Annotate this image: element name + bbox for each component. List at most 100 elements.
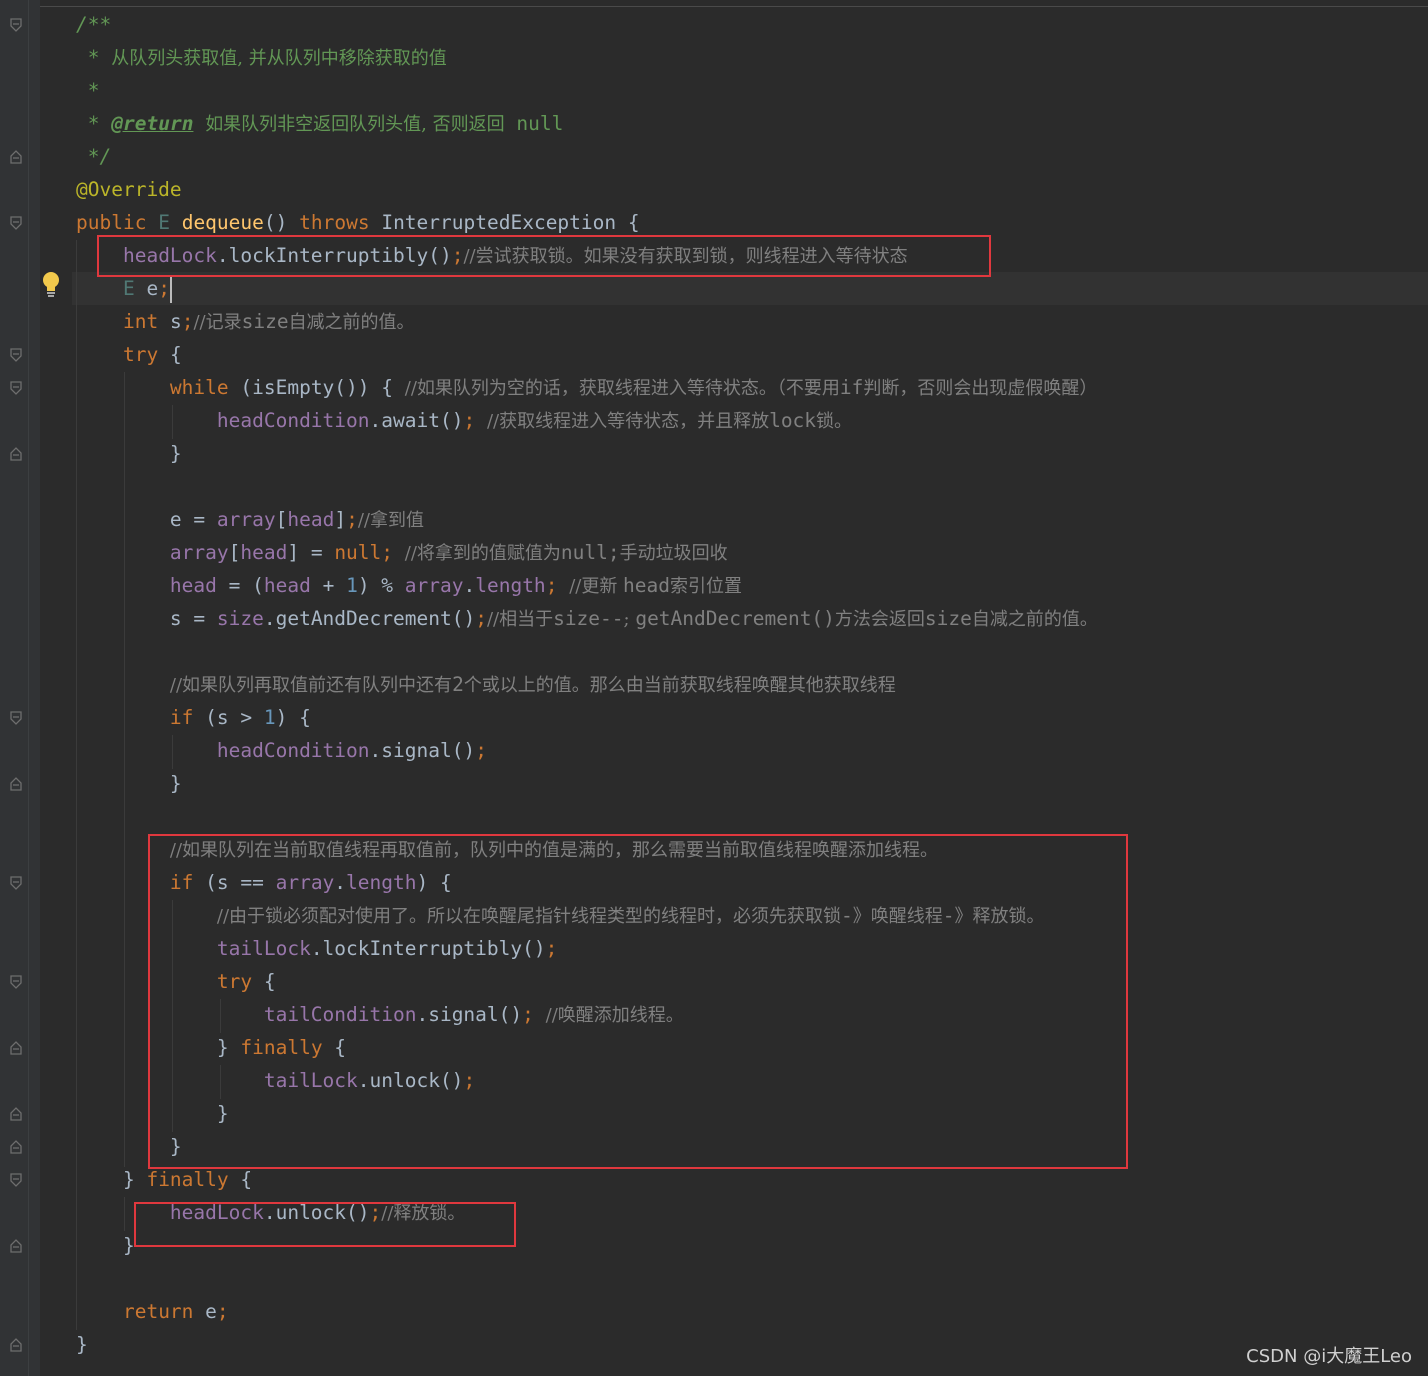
semicolon: ; bbox=[158, 277, 170, 300]
code-line[interactable]: array[head] = null; //将拿到的值赋值为null;手动垃圾回… bbox=[76, 536, 728, 569]
keyword: public bbox=[76, 211, 147, 234]
fold-marker-icon[interactable] bbox=[9, 447, 23, 461]
comment-part: size bbox=[241, 310, 289, 333]
comment: //获取线程进入等待状态，并且释放lock锁。 bbox=[486, 409, 852, 432]
number: 1 bbox=[263, 706, 276, 729]
highlight-box-unlock bbox=[134, 1202, 516, 1247]
code-text: e = bbox=[169, 508, 217, 531]
comment-part: 索引位置 bbox=[670, 576, 743, 597]
fold-marker-icon[interactable] bbox=[9, 975, 23, 989]
code-text: + bbox=[310, 574, 347, 597]
keyword: try bbox=[122, 343, 159, 366]
fold-marker-icon[interactable] bbox=[9, 1140, 23, 1154]
field: array bbox=[169, 541, 229, 564]
comment-part: 判断，否则会出现虚假唤醒） bbox=[863, 378, 1098, 399]
fold-marker-icon[interactable] bbox=[9, 348, 23, 362]
fold-marker-icon[interactable] bbox=[9, 18, 23, 32]
comment-part: //获取线程进入等待状态，并且释放 bbox=[486, 411, 770, 432]
code-line[interactable]: * bbox=[76, 74, 100, 107]
comment-part: 自减之前的值。 bbox=[971, 609, 1098, 630]
comment-part: //如果队列再取值前还有队列中还有 bbox=[169, 675, 453, 696]
doc-null: null bbox=[516, 112, 564, 135]
code-line[interactable]: //如果队列再取值前还有队列中还有2个或以上的值。那么由当前获取线程唤醒其他获取… bbox=[76, 668, 896, 701]
code-line[interactable]: while (isEmpty()) { //如果队列为空的话，获取线程进入等待状… bbox=[76, 371, 1097, 404]
fold-marker-icon[interactable] bbox=[9, 150, 23, 164]
comment-part: lock bbox=[769, 409, 817, 432]
code-line[interactable]: if (s > 1) { bbox=[76, 701, 311, 734]
comment-part: head bbox=[623, 574, 671, 597]
semicolon: ; bbox=[381, 541, 394, 564]
code-line[interactable]: */ bbox=[76, 140, 111, 173]
comment-part: //更新 bbox=[569, 576, 624, 597]
code-text: ) { bbox=[275, 706, 311, 729]
code-line[interactable]: } bbox=[76, 437, 182, 470]
keyword: return bbox=[122, 1300, 194, 1323]
field: size bbox=[216, 607, 264, 630]
code-line[interactable]: try { bbox=[76, 338, 182, 371]
fold-marker-icon[interactable] bbox=[9, 381, 23, 395]
fold-marker-icon[interactable] bbox=[9, 1173, 23, 1187]
variable: e bbox=[193, 1300, 217, 1323]
doc-return-text: 如果队列非空返回队列头值, 否则返回 bbox=[205, 114, 505, 135]
gutter[interactable] bbox=[0, 0, 40, 1376]
code-text: . bbox=[463, 574, 476, 597]
semicolon: ; bbox=[216, 1300, 229, 1323]
field: array bbox=[404, 574, 464, 597]
code-line[interactable]: s = size.getAndDecrement();//相当于size--; … bbox=[76, 602, 1098, 635]
fold-marker-icon[interactable] bbox=[9, 1041, 23, 1055]
code-line[interactable]: headCondition.signal(); bbox=[76, 734, 487, 767]
fold-marker-icon[interactable] bbox=[9, 216, 23, 230]
comment: //记录size自减之前的值。 bbox=[193, 310, 414, 333]
text-caret bbox=[169, 276, 172, 303]
brace: } bbox=[169, 442, 182, 465]
brace: } bbox=[76, 1333, 88, 1356]
code-line[interactable]: } bbox=[76, 1328, 88, 1361]
code-text: (s > bbox=[193, 706, 264, 729]
fold-marker-icon[interactable] bbox=[9, 1338, 23, 1352]
comment-part: 2 bbox=[452, 673, 464, 696]
method-call: .await() bbox=[369, 409, 464, 432]
keyword: null bbox=[334, 541, 382, 564]
comment-part: null; bbox=[560, 541, 620, 564]
code-line[interactable]: int s;//记录size自减之前的值。 bbox=[76, 305, 415, 338]
code-line[interactable]: * @return 如果队列非空返回队列头值, 否则返回 null bbox=[76, 107, 564, 140]
fold-marker-icon[interactable] bbox=[9, 777, 23, 791]
keyword: if bbox=[169, 706, 194, 729]
code-line[interactable]: head = (head + 1) % array.length; //更新 h… bbox=[76, 569, 742, 602]
method-name: dequeue bbox=[181, 211, 264, 234]
semicolon: ; bbox=[181, 310, 194, 333]
comment: //相当于size--; getAndDecrement()方法会返回size自… bbox=[486, 607, 1098, 630]
comment: //如果队列再取值前还有队列中还有2个或以上的值。那么由当前获取线程唤醒其他获取… bbox=[169, 673, 896, 696]
code-line[interactable]: /** bbox=[76, 8, 111, 41]
variable: e bbox=[146, 277, 159, 300]
fold-marker-icon[interactable] bbox=[9, 1239, 23, 1253]
comment-part: //记录 bbox=[193, 312, 242, 333]
fold-marker-icon[interactable] bbox=[9, 1107, 23, 1121]
code-line[interactable]: } bbox=[76, 767, 182, 800]
semicolon: ; bbox=[475, 739, 487, 762]
fold-marker-icon[interactable] bbox=[9, 711, 23, 725]
code-line[interactable]: return e; bbox=[76, 1295, 229, 1328]
doc-comment-star: * bbox=[87, 112, 100, 135]
code-line[interactable]: * 从队列头获取值, 并从队列中移除获取的值 bbox=[76, 41, 447, 74]
exception-type: InterruptedException { bbox=[381, 211, 640, 234]
lightbulb-icon[interactable] bbox=[38, 270, 64, 300]
field: head bbox=[263, 574, 311, 597]
code-text: [ bbox=[275, 508, 288, 531]
fold-marker-icon[interactable] bbox=[9, 876, 23, 890]
method-call: .signal() bbox=[369, 739, 476, 762]
code-line[interactable]: @Override bbox=[76, 173, 182, 206]
field: head bbox=[169, 574, 217, 597]
code-line[interactable]: } bbox=[76, 1229, 135, 1262]
watermark: CSDN @i大魔王Leo bbox=[1246, 1346, 1412, 1367]
comment: //拿到值 bbox=[357, 510, 424, 531]
gutter-separator bbox=[28, 0, 29, 1376]
code-line[interactable]: headCondition.await(); //获取线程进入等待状态，并且释放… bbox=[76, 404, 852, 437]
code-editor[interactable]: /** * 从队列头获取值, 并从队列中移除获取的值 * * @return 如… bbox=[0, 0, 1428, 1376]
comment-part: //相当于 bbox=[486, 609, 554, 630]
editor-top-border bbox=[28, 6, 1428, 7]
code-line[interactable]: e = array[head];//拿到值 bbox=[76, 503, 424, 536]
comment-part: //将拿到的值赋值为 bbox=[404, 543, 561, 564]
comment-part: if bbox=[839, 376, 864, 399]
comment-part: getAndDecrement() bbox=[635, 607, 835, 630]
